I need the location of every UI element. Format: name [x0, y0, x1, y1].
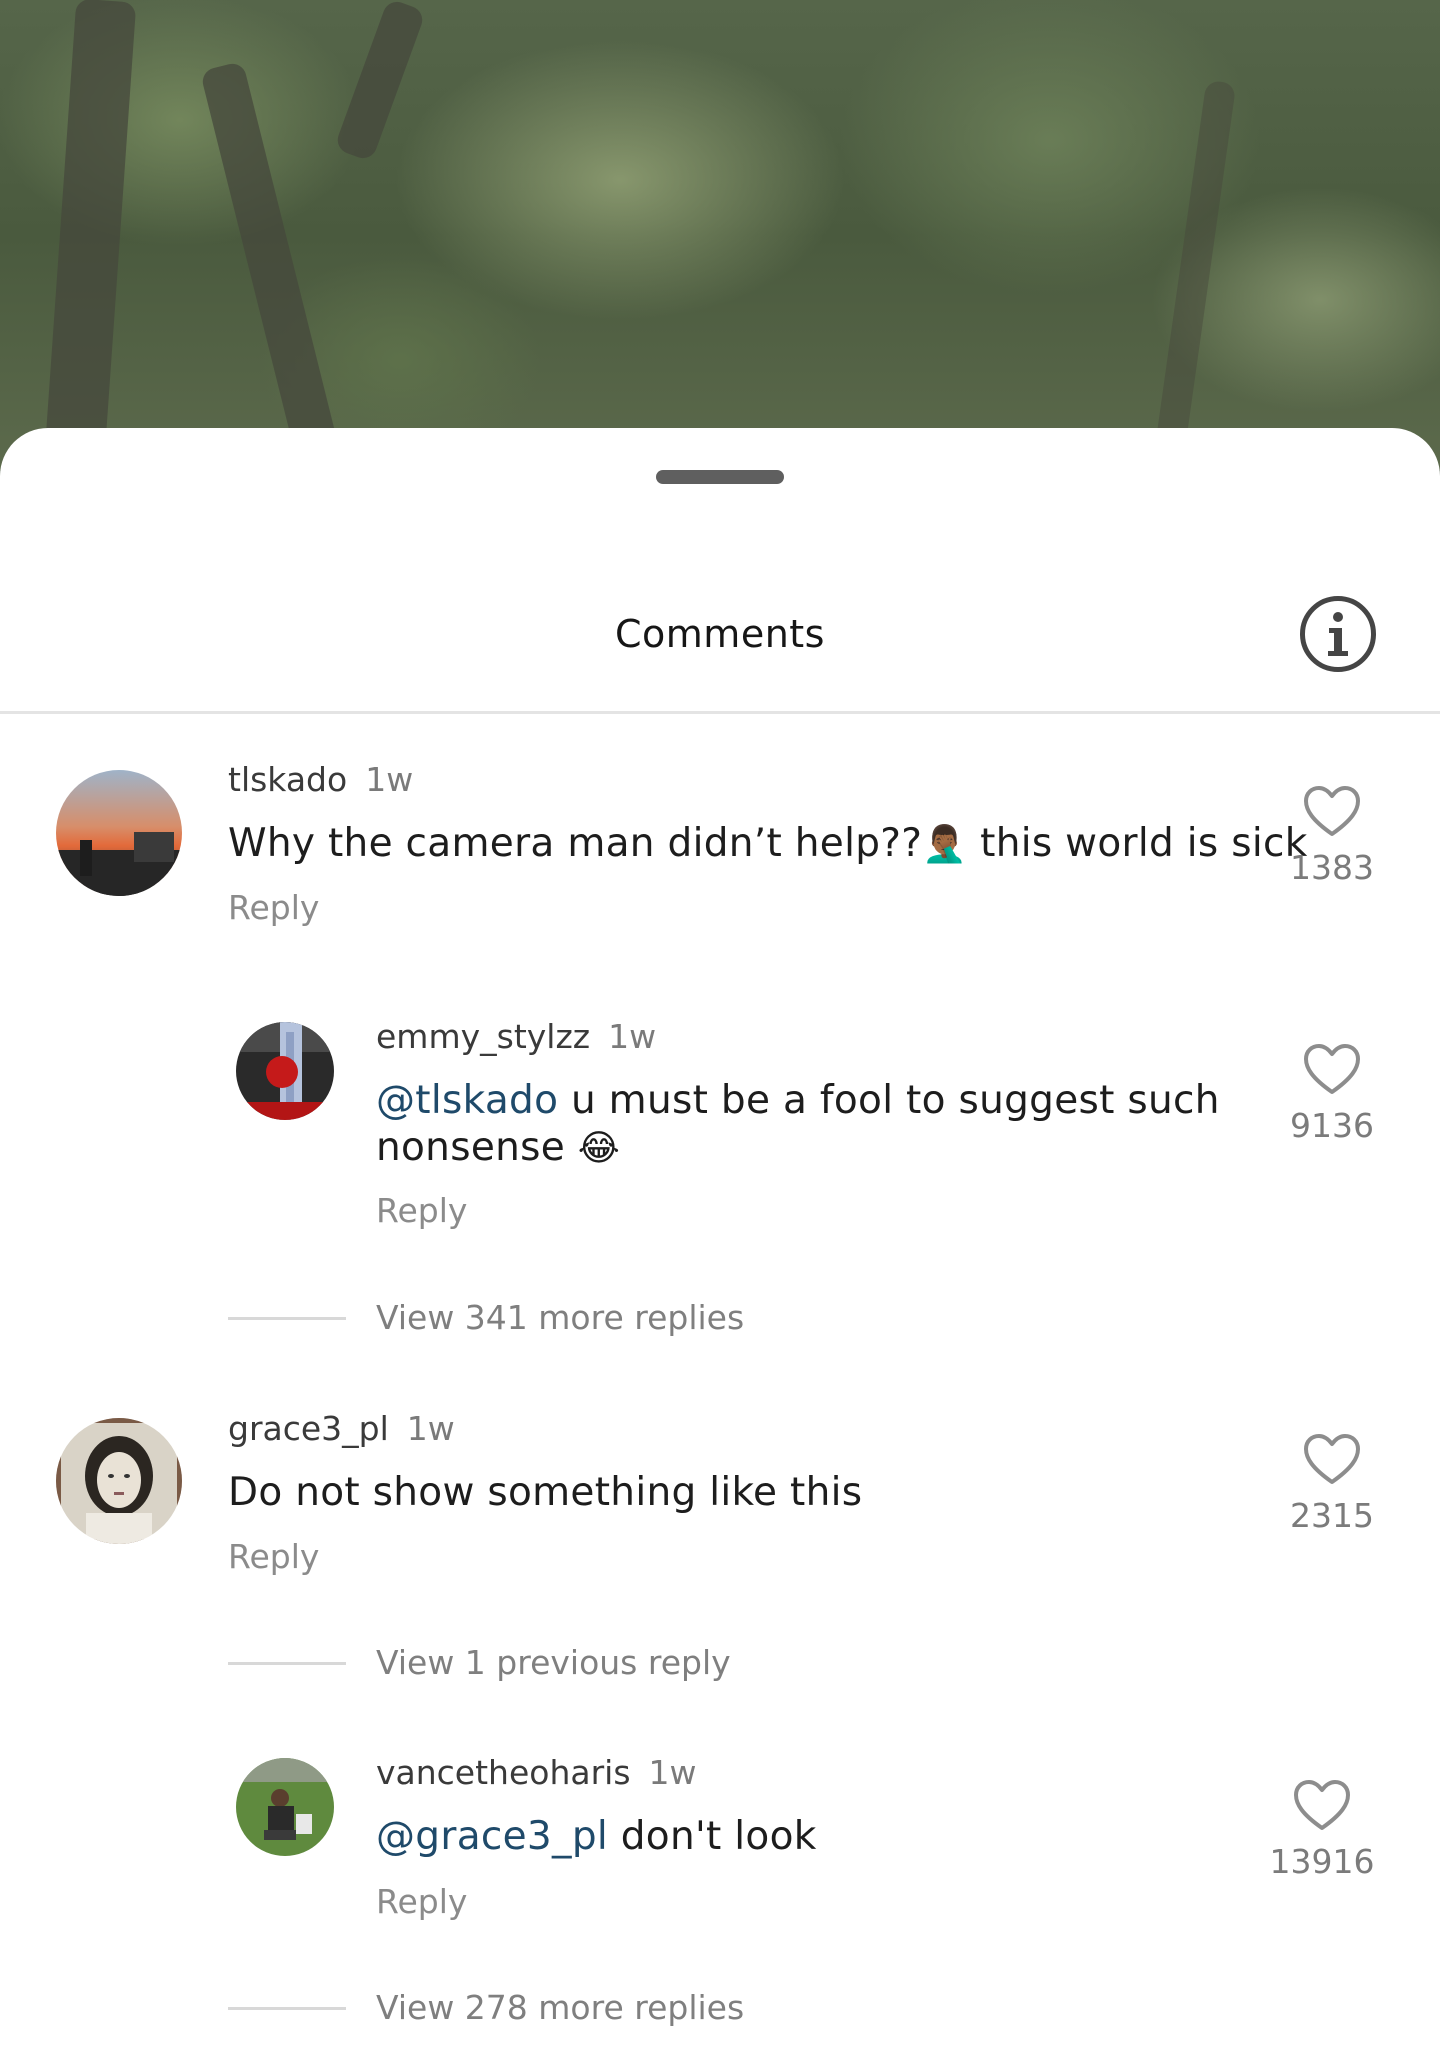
avatar-emmy-stylzz[interactable]: [236, 1022, 334, 1120]
comment-time: 1w: [648, 1753, 697, 1792]
avatar-image: [236, 1758, 334, 1856]
comment-author[interactable]: emmy_stylzz 1w: [376, 1017, 656, 1056]
like-count: 1383: [1290, 848, 1374, 887]
heart-icon: [1304, 786, 1360, 836]
like-count: 9136: [1290, 1106, 1374, 1145]
facepalm-emoji-icon: 🤦🏾‍♂️: [922, 824, 968, 865]
like-count: 13916: [1269, 1842, 1375, 1881]
drag-handle[interactable]: [656, 470, 784, 484]
tree-trunk: [199, 60, 345, 470]
like-button[interactable]: 1383: [1252, 784, 1412, 887]
tree-trunk: [1153, 79, 1237, 461]
mention-link[interactable]: @tlskado: [376, 1078, 558, 1123]
reply-button[interactable]: Reply: [228, 888, 319, 927]
like-count: 2315: [1290, 1496, 1374, 1535]
tree-trunk: [333, 0, 427, 163]
view-previous-reply-button[interactable]: View 1 previous reply: [376, 1643, 731, 1682]
avatar-image: [56, 770, 182, 896]
comment-author[interactable]: grace3_pl 1w: [228, 1409, 455, 1448]
heart-icon: [1294, 1780, 1350, 1830]
view-more-replies-button[interactable]: View 278 more replies: [376, 1988, 744, 2027]
comment-text-part: nonsense: [376, 1125, 566, 1170]
avatar-tlskado[interactable]: [56, 770, 182, 896]
comment-time: 1w: [365, 760, 414, 799]
username[interactable]: vancetheoharis: [376, 1753, 631, 1792]
laughing-emoji-icon: 😂: [577, 1128, 621, 1169]
like-button[interactable]: 9136: [1252, 1042, 1412, 1145]
comment-text: Why the camera man didn’t help??🤦🏾‍♂️ th…: [228, 820, 1308, 868]
view-more-replies-button[interactable]: View 341 more replies: [376, 1298, 744, 1337]
comment-text-part: u must be a fool to suggest such: [558, 1078, 1220, 1123]
view-replies-divider: [228, 1317, 346, 1320]
like-button[interactable]: 13916: [1242, 1778, 1402, 1881]
view-replies-divider: [228, 1662, 346, 1665]
comment-author[interactable]: vancetheoharis 1w: [376, 1753, 697, 1792]
reply-button[interactable]: Reply: [376, 1191, 467, 1230]
comment-author[interactable]: tlskado 1w: [228, 760, 413, 799]
comment-text: Do not show something like this: [228, 1470, 863, 1515]
view-replies-divider: [228, 2007, 346, 2010]
header-divider: [0, 711, 1440, 714]
username[interactable]: grace3_pl: [228, 1409, 389, 1448]
like-button[interactable]: 2315: [1252, 1432, 1412, 1535]
comment-text: @grace3_pl don't look: [376, 1813, 817, 1860]
heart-icon: [1304, 1434, 1360, 1484]
video-background: [0, 0, 1440, 470]
comment-text-part: Why the camera man didn’t help??: [228, 821, 923, 866]
comments-sheet: [0, 428, 1440, 2048]
mention-link[interactable]: @grace3_pl: [376, 1814, 608, 1859]
avatar-vancetheoharis[interactable]: [236, 1758, 334, 1856]
username[interactable]: tlskado: [228, 760, 347, 799]
comment-time: 1w: [406, 1409, 455, 1448]
comment-text: @tlskado u must be a fool to suggest suc…: [376, 1077, 1220, 1172]
heart-icon: [1304, 1044, 1360, 1094]
sheet-title: Comments: [615, 612, 825, 656]
comment-time: 1w: [608, 1017, 657, 1056]
tree-trunk: [43, 0, 137, 470]
info-glyph: [1328, 612, 1348, 656]
avatar-image: [56, 1418, 182, 1544]
reply-button[interactable]: Reply: [376, 1882, 467, 1921]
avatar-image: [236, 1022, 334, 1120]
comment-text-part: don't look: [608, 1814, 817, 1859]
avatar-grace3-pl[interactable]: [56, 1418, 182, 1544]
info-icon[interactable]: [1300, 596, 1376, 672]
username[interactable]: emmy_stylzz: [376, 1017, 590, 1056]
reply-button[interactable]: Reply: [228, 1537, 319, 1576]
